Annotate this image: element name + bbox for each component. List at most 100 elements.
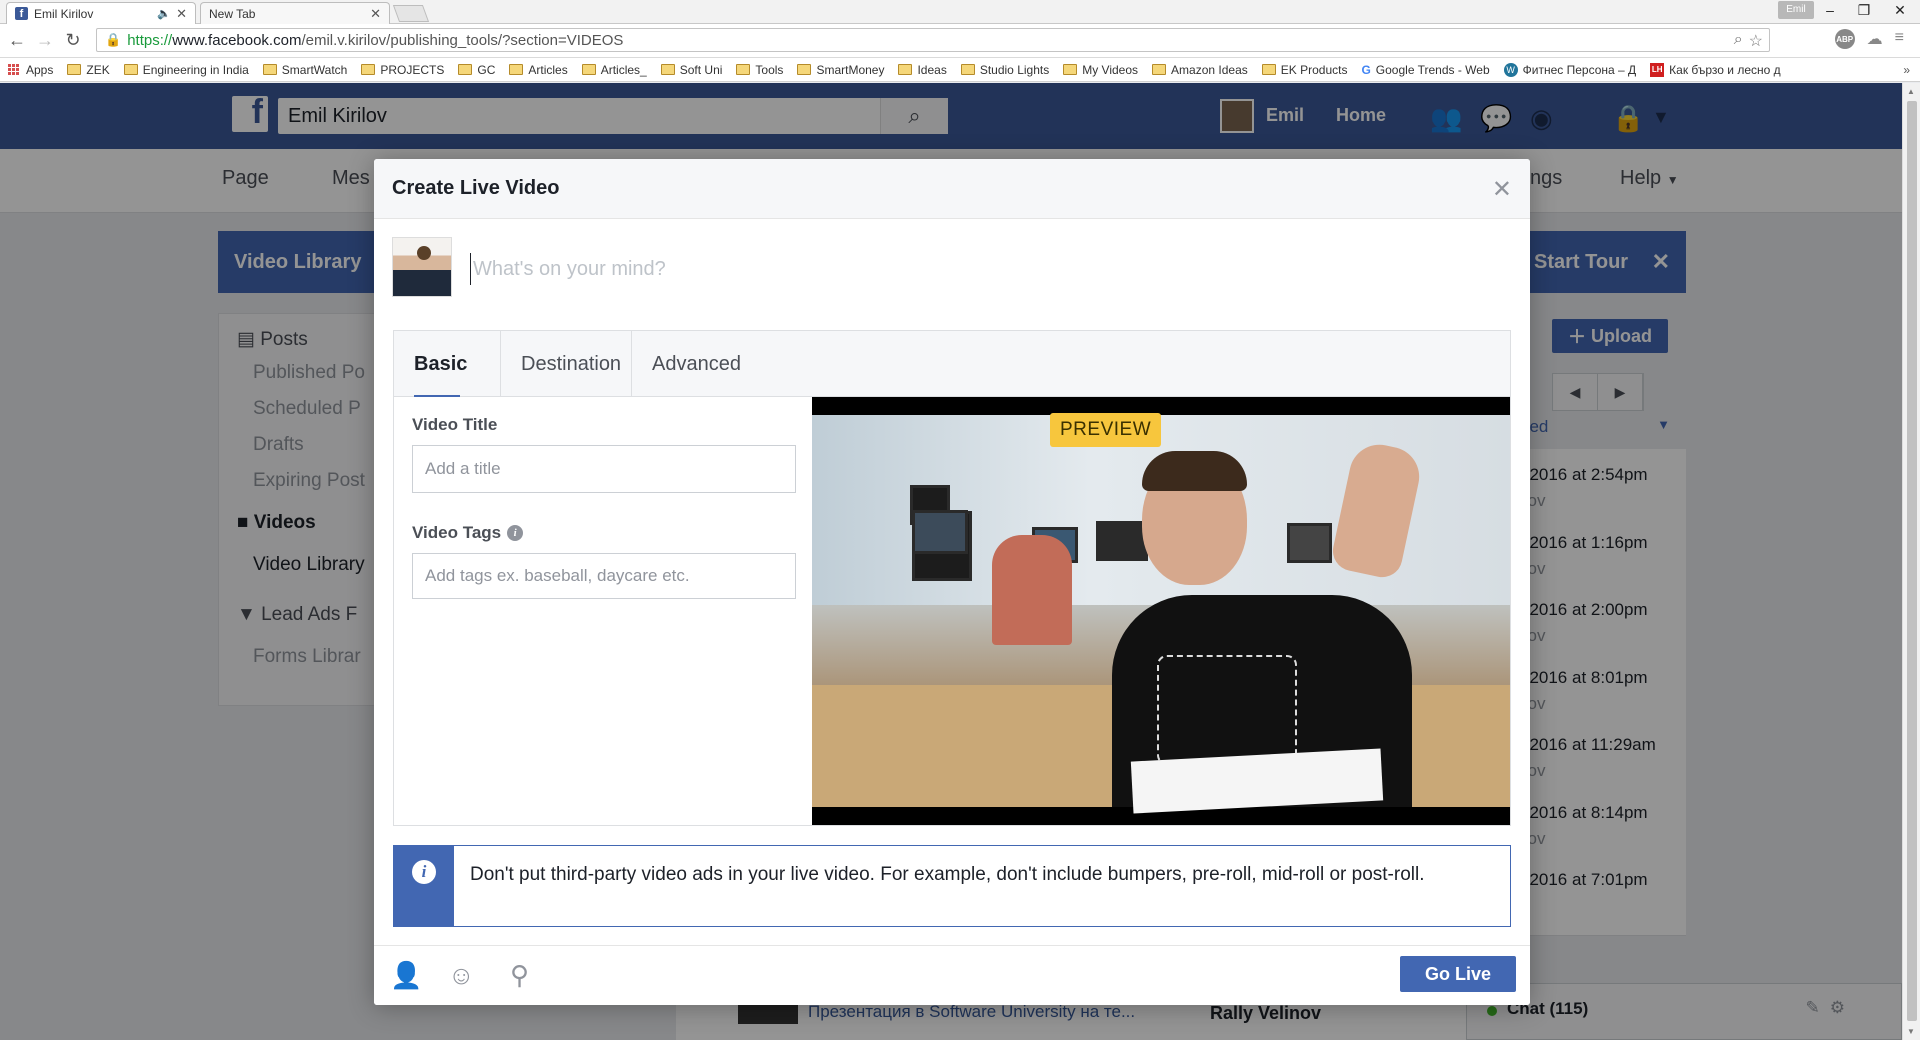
url-host: www.facebook.com [172,31,302,49]
location-pin-icon[interactable]: ⚲ [510,960,529,991]
bookmark-item[interactable]: Amazon Ideas [1152,63,1248,77]
reload-icon[interactable]: ↻ [62,30,84,51]
bookmark-item[interactable]: Articles [509,62,568,77]
info-icon[interactable]: i [507,525,524,541]
bookmark-item[interactable]: GC [458,63,495,77]
bookmark-item[interactable]: Apps [8,63,53,77]
google-icon: G [1361,62,1371,77]
notice-text: Don't put third-party video ads in your … [470,864,1425,885]
scroll-up-icon[interactable]: ▲ [1907,87,1915,96]
address-bar[interactable]: 🔒 https://www.facebook.com/emil.v.kirilo… [96,28,1770,52]
bookmark-item[interactable]: Studio Lights [960,62,1050,77]
bookmark-item[interactable]: My Videos [1063,63,1138,77]
folder-icon [361,64,376,75]
folder-icon [660,64,675,75]
bookmark-label: My Videos [1082,62,1139,77]
speaker-icon[interactable]: 🔈 [157,7,171,20]
folder-icon [123,64,138,75]
dialog-header: Create Live Video ✕ [374,159,1530,219]
url-path: /emil.v.kirilov/publishing_tools/?sectio… [301,31,624,49]
video-tags-input[interactable] [412,553,796,599]
folder-icon [67,64,82,75]
bookmark-label: Amazon Ideas [1171,62,1248,77]
bookmarks-bar: Apps ZEK Engineering in India SmartWatch PRO… [0,58,1920,82]
bookmark-label: Articles_ [600,62,647,77]
adblock-icon[interactable]: ABP [1834,29,1855,49]
info-icon: i [412,860,436,884]
close-window-icon[interactable]: ✕ [1890,2,1910,19]
scrollbar-thumb[interactable] [1907,101,1917,1021]
zoom-icon[interactable]: ⌕ [1734,31,1743,51]
bookmark-label: Soft Uni [679,62,723,77]
bookmark-label: SmartWatch [281,62,348,77]
camera-preview: PREVIEW [812,397,1510,825]
basic-form: Video Title Video Tags i [394,397,812,825]
video-tags-label: Video Tags [412,523,502,542]
scroll-down-icon[interactable]: ▼ [1907,1027,1915,1036]
folder-icon [458,64,473,75]
bookmark-item[interactable]: ZEK [67,63,110,77]
wordpress-icon: W [1503,62,1518,77]
url-protocol: https:// [127,31,173,49]
bookmark-item[interactable]: Tools [736,63,783,77]
bookmark-label: Apps [26,62,54,77]
menu-icon[interactable]: ≡ [1895,29,1904,49]
tab-close-icon[interactable]: ✕ [176,6,187,22]
forward-icon[interactable]: → [34,30,56,51]
folder-icon [797,64,812,75]
new-tab-button[interactable] [392,5,430,22]
tab-basic[interactable]: Basic [394,331,480,398]
bookmark-item[interactable]: Soft Uni [660,62,723,77]
folder-icon [509,64,524,75]
bookmark-item[interactable]: SmartWatch [262,62,348,77]
page-scrollbar[interactable]: ▲ ▼ [1902,83,1920,1040]
apps-grid-icon [8,63,20,76]
close-icon[interactable]: ✕ [1492,175,1512,204]
bookmark-item[interactable]: PROJECTS [361,63,444,77]
tab-title: New Tab [209,6,256,21]
video-tags-label-row: Video Tags i [412,523,524,543]
feeling-smiley-icon[interactable]: ☺ [448,960,475,991]
folder-icon [736,64,751,75]
bookmark-label: Articles [528,62,568,77]
facebook-favicon-icon: f [15,7,28,20]
folder-icon [1261,64,1276,75]
more-bookmarks-icon[interactable]: » [1903,63,1910,77]
lh-icon: LH [1650,62,1665,77]
video-title-input[interactable] [412,445,796,493]
tab-close-icon[interactable]: ✕ [370,6,381,22]
status-input[interactable] [470,253,1470,285]
create-live-video-dialog: Create Live Video ✕ Basic Destination Ad… [374,159,1530,1005]
restore-icon[interactable]: ❐ [1854,2,1874,19]
bookmark-item[interactable]: Engineering in India [123,62,249,77]
bookmark-star-icon[interactable]: ☆ [1749,31,1763,51]
minimize-icon[interactable]: – [1820,2,1840,18]
bookmark-item[interactable]: G Google Trends - Web [1361,63,1489,77]
bookmark-item[interactable]: LH Как бързо и лесно д [1650,62,1781,77]
folder-icon [960,64,975,75]
avatar [392,237,452,297]
tag-friends-icon[interactable]: 👤 [390,960,422,991]
bookmark-item[interactable]: Articles_ [581,62,647,77]
bookmark-label: Google Trends - Web [1375,62,1490,77]
bookmark-label: Studio Lights [979,62,1050,77]
bookmark-item[interactable]: Ideas [898,63,947,77]
browser-tab-newtab[interactable]: New Tab ✕ [200,2,390,24]
tab-advanced[interactable]: Advanced [632,331,760,397]
go-live-button[interactable]: Go Live [1400,956,1516,992]
tab-destination[interactable]: Destination [500,331,632,397]
bookmark-label: Engineering in India [142,62,249,77]
bookmark-item[interactable]: W Фитнес Персона – Д [1503,62,1637,77]
extension-icon[interactable]: ☁ [1867,29,1883,49]
bookmark-item[interactable]: SmartMoney [797,63,884,77]
browser-tabstrip: f Emil Kirilov 🔈 ✕ New Tab ✕ Emil – ❐ ✕ [0,0,1920,24]
settings-tabs: Basic Destination Advanced [394,331,1510,398]
bookmark-label: SmartMoney [816,62,885,77]
window-user-badge[interactable]: Emil [1778,1,1814,19]
bookmark-item[interactable]: EK Products [1261,63,1347,77]
back-icon[interactable]: ← [6,30,28,51]
bookmark-label: GC [477,62,496,77]
ads-policy-notice: i Don't put third-party video ads in you… [393,845,1511,927]
bookmark-label: Фитнес Персона – Д [1522,62,1637,77]
browser-tab-active[interactable]: f Emil Kirilov 🔈 ✕ [6,2,196,24]
